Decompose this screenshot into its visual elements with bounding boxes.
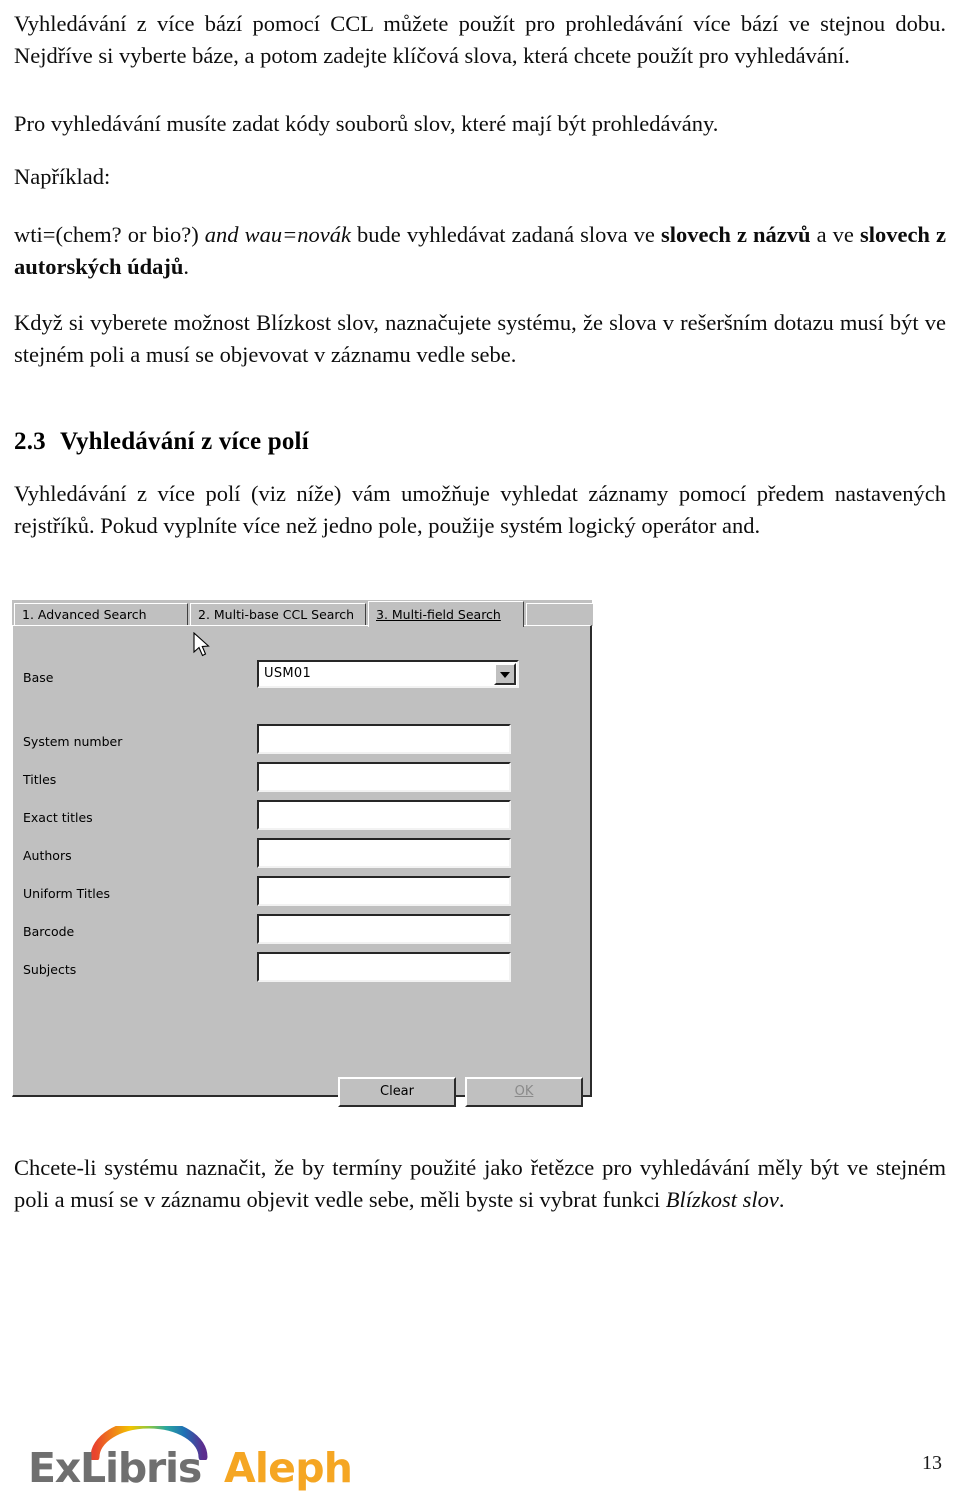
titles-input[interactable]: [257, 762, 511, 792]
authors-input[interactable]: [257, 838, 511, 868]
base-combobox-value: USM01: [264, 666, 312, 681]
section-title: Vyhledávání z více polí: [60, 428, 309, 455]
document-page: Vyhledávání z více bází pomocí CCL můžet…: [0, 0, 960, 1492]
paragraph-intro: Vyhledávání z více bází pomocí CCL můžet…: [14, 11, 946, 68]
tab-multi-base-ccl-search[interactable]: 2. Multi-base CCL Search: [190, 603, 366, 625]
clear-button-label: Clear: [380, 1084, 414, 1099]
field-label-exact-titles: Exact titles: [23, 810, 93, 825]
closing-italic-1: Blízkost slov: [665, 1186, 779, 1212]
field-label-authors: Authors: [23, 848, 72, 863]
tab-strip: 1. Advanced Search 2. Multi-base CCL Sea…: [12, 600, 593, 627]
field-label-system-number: System number: [23, 734, 123, 749]
tab-advanced-search[interactable]: 1. Advanced Search: [14, 603, 188, 625]
logo-aleph-text: Aleph: [224, 1444, 353, 1492]
logo-exlibris-text: ExLibris: [28, 1444, 202, 1492]
section-heading-2-3: 2.3 Vyhledávání z více polí: [14, 428, 946, 456]
page-number: 13: [922, 1452, 942, 1474]
field-label-uniform-titles: Uniform Titles: [23, 886, 110, 901]
clear-button[interactable]: Clear: [338, 1077, 456, 1107]
paragraph-codes: Pro vyhledávání musíte zadat kódy soubor…: [14, 111, 719, 136]
mouse-cursor-icon: [193, 632, 210, 657]
multi-field-search-dialog: 1. Advanced Search 2. Multi-base CCL Sea…: [12, 600, 593, 1107]
paragraph-proximity: Když si vyberete možnost Blízkost slov, …: [14, 310, 946, 367]
ok-button[interactable]: OK: [465, 1077, 583, 1107]
base-combobox[interactable]: USM01: [257, 660, 519, 688]
section-number: 2.3: [14, 428, 46, 455]
system-number-input[interactable]: [257, 724, 511, 754]
example-plain-3: a ve: [810, 222, 860, 247]
paragraph-multifield: Vyhledávání z více polí (viz níže) vám u…: [14, 481, 946, 538]
closing-plain-2: .: [778, 1186, 785, 1212]
field-label-barcode: Barcode: [23, 924, 75, 939]
paragraph-example-label: Například:: [14, 164, 111, 189]
exlibris-aleph-logo: ExLibris Aleph: [28, 1426, 368, 1492]
example-bold-1: slovech z názvů: [660, 222, 811, 247]
paragraph-closing: Chcete-li systému naznačit, že by termín…: [14, 1152, 946, 1216]
subjects-input[interactable]: [257, 952, 511, 982]
tab-multi-base-ccl-search-label: 2. Multi-base CCL Search: [198, 607, 355, 622]
field-label-subjects: Subjects: [23, 962, 77, 977]
dialog-panel: Base USM01 System number Titles Exact ti…: [12, 625, 592, 1107]
barcode-input[interactable]: [257, 914, 511, 944]
example-plain-4: .: [183, 253, 190, 279]
tab-strip-filler: [526, 603, 593, 626]
example-italic-1: and wau=novák: [204, 222, 351, 247]
example-plain-2: bude vyhledávat zadaná slova ve: [351, 222, 661, 247]
ok-button-label: OK: [514, 1084, 534, 1099]
tab-multi-field-search-label: 3. Multi-field Search: [376, 607, 501, 622]
tab-multi-field-search[interactable]: 3. Multi-field Search: [368, 601, 524, 627]
uniform-titles-input[interactable]: [257, 876, 511, 906]
exact-titles-input[interactable]: [257, 800, 511, 830]
example-plain-1: wti=(chem? or bio?): [14, 222, 205, 247]
chevron-down-icon[interactable]: [494, 663, 516, 685]
tab-advanced-search-label: 1. Advanced Search: [22, 607, 147, 622]
field-label-titles: Titles: [23, 772, 57, 787]
paragraph-example-query: wti=(chem? or bio?) and wau=novák bude v…: [14, 219, 946, 283]
closing-plain-1: Chcete-li systému naznačit, že by termín…: [14, 1155, 946, 1212]
base-label: Base: [23, 670, 54, 685]
